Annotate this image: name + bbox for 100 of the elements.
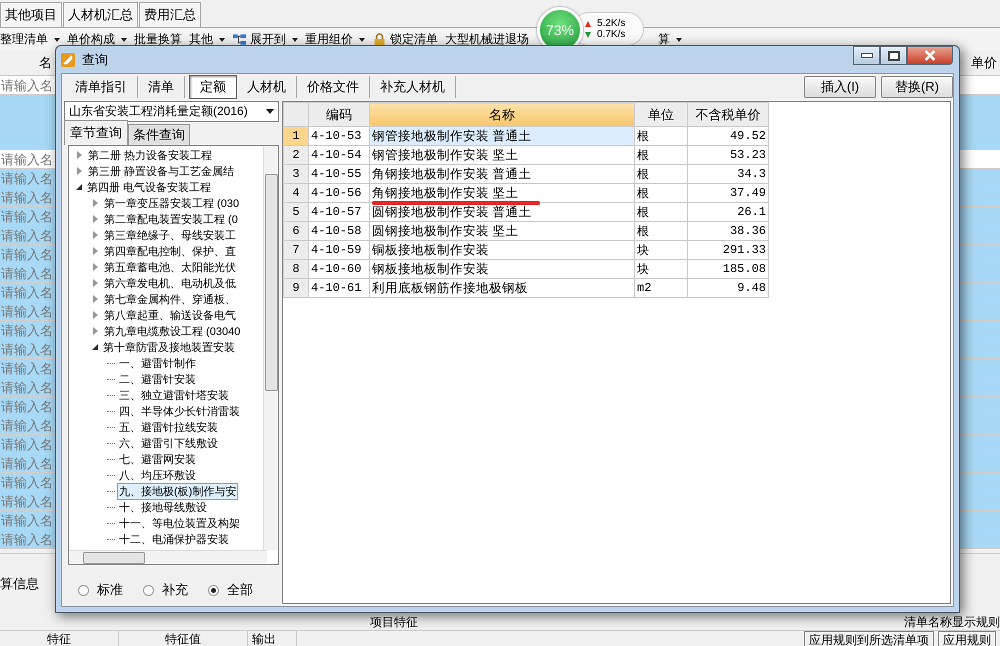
tree-line — [107, 442, 115, 444]
tab[interactable]: 条件查询 — [128, 124, 190, 145]
column-header[interactable]: 名称 — [370, 102, 634, 126]
app-tab[interactable]: 其他项目 — [0, 2, 62, 27]
radio-option[interactable]: 全部 — [208, 581, 253, 599]
table-cell: 37.49 — [688, 184, 768, 202]
tree-line — [107, 394, 115, 396]
column-header[interactable]: 编码 — [308, 102, 370, 126]
tree-item[interactable]: 九、接地极(板)制作与安 — [117, 482, 238, 500]
minimize-button[interactable] — [853, 46, 880, 65]
toolbar-item[interactable]: 大型机械进退场 — [445, 31, 529, 48]
tree-item[interactable]: 二、避雷针安装 — [117, 370, 198, 388]
tree-line — [107, 490, 115, 492]
tree-line — [107, 458, 115, 460]
toolbar-item[interactable]: 锁定清单 — [372, 31, 438, 48]
tree-item[interactable]: 第六章发电机、电动机及低 — [102, 274, 238, 292]
column-header: 特征值 — [119, 631, 248, 646]
apply-rule-button[interactable]: 应用规则 — [938, 631, 996, 646]
tab[interactable]: 人材机 — [237, 76, 297, 98]
table-cell: 4-10-61 — [308, 278, 370, 298]
minimize-icon — [860, 53, 872, 58]
tree-item[interactable]: 十一、等电位装置及构架 — [117, 514, 242, 532]
expander-icon[interactable] — [76, 184, 82, 190]
upload-speed: 5.2K/s — [597, 18, 626, 29]
radio-option[interactable]: 标准 — [78, 581, 123, 599]
table-cell: 根 — [634, 164, 688, 184]
download-speed: 0.7K/s — [597, 29, 626, 40]
maximize-button[interactable] — [880, 46, 907, 65]
table-cell: 根 — [634, 146, 688, 164]
tree-item[interactable]: 第二册 热力设备安装工程 — [86, 146, 214, 164]
app-tab[interactable]: 人材机汇总 — [63, 2, 138, 27]
row-number[interactable]: 9 — [284, 278, 308, 298]
row-number[interactable]: 3 — [284, 164, 308, 184]
tree-item[interactable]: 第十章防雷及接地装置安装 — [101, 338, 237, 356]
tab[interactable]: 章节查询 — [64, 120, 128, 145]
tree-item[interactable]: 第四册 电气设备安装工程 — [85, 178, 214, 196]
row-number[interactable]: 4 — [284, 184, 308, 202]
tree-item[interactable]: 七、避雷网安装 — [117, 450, 198, 468]
expander-icon[interactable] — [92, 344, 98, 350]
table-cell: 根 — [634, 126, 688, 146]
tree-item[interactable]: 五、避雷针拉线安装 — [117, 418, 220, 436]
tree-item[interactable]: 十二、电涌保护器安装 — [117, 530, 231, 548]
column-header: 单价 — [971, 54, 997, 72]
tree-item[interactable]: 十、接地母线敷设 — [117, 498, 209, 516]
column-header[interactable]: 单位 — [634, 102, 688, 126]
tree-item[interactable]: 八、均压环敷设 — [117, 466, 198, 484]
table-cell: 4-10-58 — [308, 222, 370, 240]
table-cell: m2 — [634, 278, 688, 298]
action-button[interactable]: 插入(I) — [804, 76, 876, 98]
tab[interactable]: 清单 — [138, 76, 185, 98]
table-cell: 钢管接地极制作安装 普通土 — [370, 126, 634, 146]
tab[interactable]: 定额 — [189, 74, 237, 98]
row-number[interactable]: 5 — [284, 202, 308, 222]
row-number[interactable]: 6 — [284, 222, 308, 240]
app-icon — [60, 52, 76, 68]
tree-item[interactable]: 第八章起重、输送设备电气 — [102, 306, 238, 324]
toolbar-item[interactable]: 批量换算 — [134, 31, 182, 48]
library-dropdown[interactable]: 山东省安装工程消耗量定额(2016) — [64, 101, 279, 122]
tree-item[interactable]: 四、半导体少长针消雷装 — [117, 402, 242, 420]
table-cell: 38.36 — [688, 222, 768, 240]
tree-line — [107, 474, 115, 476]
row-number[interactable]: 2 — [284, 146, 308, 164]
table-cell: 4-10-59 — [308, 240, 370, 260]
tree-line — [107, 426, 115, 428]
table-cell: 圆钢接地极制作安装 坚土 — [370, 222, 634, 240]
close-button[interactable] — [907, 46, 953, 65]
apply-rule-button[interactable]: 应用规则到所选清单项 — [804, 631, 934, 646]
table-cell: 圆钢接地极制作安装 普通土 — [370, 202, 634, 222]
vertical-scrollbar[interactable] — [263, 146, 278, 550]
radio-option[interactable]: 补充 — [143, 581, 188, 599]
table-cell: 根 — [634, 202, 688, 222]
tree-item[interactable]: 第五章蓄电池、太阳能光伏 — [102, 258, 238, 276]
row-number[interactable]: 8 — [284, 260, 308, 278]
tree-item[interactable]: 三、独立避雷针塔安装 — [117, 386, 231, 404]
table-cell: 4-10-56 — [308, 184, 370, 202]
tree-item[interactable]: 一、避雷针制作 — [117, 354, 198, 372]
column-header[interactable]: 不含税单价 — [688, 102, 768, 126]
horizontal-scrollbar[interactable] — [69, 550, 267, 564]
tree-item[interactable]: 第四章配电控制、保护、直 — [102, 242, 238, 260]
tree-item[interactable]: 六、避雷引下线敷设 — [117, 434, 220, 452]
table-cell: 4-10-55 — [308, 164, 370, 184]
action-button[interactable]: 替换(R) — [881, 76, 953, 98]
row-number[interactable]: 1 — [284, 126, 308, 146]
tree-item[interactable]: 第七章金属构件、穿通板、 — [102, 290, 238, 308]
panel-label: 算信息 — [0, 575, 39, 593]
dialog-title: 查询 — [82, 50, 108, 68]
column-header: 名 — [39, 54, 52, 72]
tab[interactable]: 清单指引 — [65, 76, 138, 98]
app-tab[interactable]: 费用汇总 — [139, 2, 201, 27]
tree-item[interactable]: 第三章绝缘子、母线安装工 — [102, 226, 238, 244]
table-cell: 角钢接地极制作安装 坚土 — [370, 184, 634, 202]
tab[interactable]: 补充人材机 — [370, 76, 456, 98]
tree-item[interactable]: 第九章电缆敷设工程 (03040 — [102, 322, 242, 340]
tree-item[interactable]: 第一章变压器安装工程 (030 — [102, 194, 242, 212]
tree-item[interactable]: 第二章配电装置安装工程 (0 — [102, 210, 240, 228]
table-cell: 钢板接地板制作安装 — [370, 260, 634, 278]
tree-item[interactable]: 第三册 静置设备与工艺金属结 — [86, 162, 236, 180]
tree-line — [107, 378, 115, 380]
tab[interactable]: 价格文件 — [297, 76, 370, 98]
row-number[interactable]: 7 — [284, 240, 308, 260]
